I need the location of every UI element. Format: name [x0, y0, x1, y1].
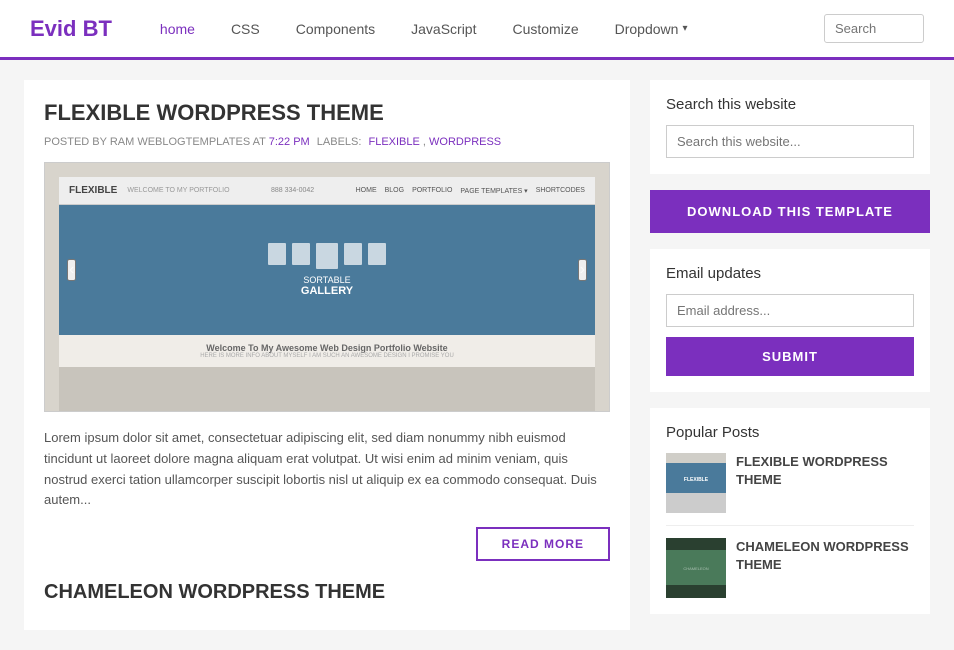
preview-next-arrow[interactable]: › — [578, 259, 587, 281]
read-more-container: READ MORE — [44, 527, 610, 561]
flexible-thumb: FLEXIBLE — [666, 453, 726, 513]
preview-prev-arrow[interactable]: ‹ — [67, 259, 76, 281]
sidebar-popular-posts: Popular Posts FLEXIBLE FLEXIBLE — [650, 408, 930, 614]
preview-doc-icon-3 — [316, 243, 338, 269]
sidebar-email-card: Email updates SUBMIT — [650, 249, 930, 392]
submit-button[interactable]: SUBMIT — [666, 337, 914, 376]
popular-post-item-2[interactable]: CHAMELEON CHAMELEON WORDPRESS THEME — [666, 538, 914, 598]
popular-post-thumb-2: CHAMELEON — [666, 538, 726, 598]
sidebar-email-heading: Email updates — [666, 265, 914, 282]
chevron-down-icon: ▾ — [682, 23, 687, 34]
read-more-button[interactable]: READ MORE — [476, 527, 610, 561]
sidebar-search-heading: Search this website — [666, 96, 914, 113]
preview-icons — [268, 243, 386, 269]
post-title: FLEXIBLE WORDPRESS THEME — [44, 100, 610, 126]
nav-item-home[interactable]: home — [142, 0, 213, 60]
nav-item-dropdown[interactable]: Dropdown ▾ — [597, 0, 706, 60]
preview-phone: 888 334-0042 — [271, 187, 314, 194]
preview-tagline: WELCOME TO MY PORTFOLIO — [127, 187, 229, 194]
template-preview: FLEXIBLE WELCOME TO MY PORTFOLIO 888 334… — [44, 162, 610, 412]
nav-item-customize[interactable]: Customize — [494, 0, 596, 60]
post-meta: POSTED BY RAM WEBLOGTEMPLATES AT 7:22 PM… — [44, 136, 610, 148]
post-label-flexible[interactable]: FLEXIBLE — [368, 136, 419, 148]
post-meta-time: 7:22 PM — [269, 136, 310, 148]
preview-nav-home: HOME — [356, 187, 377, 195]
main-content: FLEXIBLE WORDPRESS THEME POSTED BY RAM W… — [24, 80, 630, 630]
sidebar-search-card: Search this website — [650, 80, 930, 174]
svg-text:CHAMELEON: CHAMELEON — [683, 566, 708, 571]
preview-nav-pages: PAGE TEMPLATES ▾ — [460, 187, 527, 195]
preview-doc-icon-1 — [268, 243, 286, 265]
nav-item-css[interactable]: CSS — [213, 0, 278, 60]
preview-hero: ‹ SORTABLE GALLERY — [59, 205, 595, 335]
site-logo[interactable]: Evid BT — [30, 16, 112, 42]
popular-post-thumb-1: FLEXIBLE — [666, 453, 726, 513]
section2-title: CHAMELEON WORDPRESS THEME — [44, 581, 610, 604]
email-input[interactable] — [666, 294, 914, 327]
header-search-input[interactable] — [824, 14, 924, 43]
preview-nav-portfolio: PORTFOLIO — [412, 187, 452, 195]
preview-nav-blog: BLOG — [385, 187, 404, 195]
preview-footer-sub: HERE IS MORE INFO ABOUT MYSELF I AM SUCH… — [69, 353, 585, 359]
preview-gallery-label-bold: GALLERY — [268, 285, 386, 297]
preview-nav-shortcodes: SHORTCODES — [536, 187, 585, 195]
preview-header-bar: FLEXIBLE WELCOME TO MY PORTFOLIO 888 334… — [59, 177, 595, 205]
popular-post-item-1[interactable]: FLEXIBLE FLEXIBLE WORDPRESS THEME — [666, 453, 914, 526]
popular-posts-heading: Popular Posts — [666, 424, 914, 441]
main-nav: home CSS Components JavaScript Customize… — [142, 0, 824, 57]
svg-text:FLEXIBLE: FLEXIBLE — [684, 477, 709, 483]
nav-item-javascript[interactable]: JavaScript — [393, 0, 494, 60]
post-meta-prefix: POSTED BY RAM WEBLOGTEMPLATES AT — [44, 136, 266, 148]
dropdown-label: Dropdown — [615, 21, 679, 37]
preview-doc-icon-2 — [292, 243, 310, 265]
page-wrapper: FLEXIBLE WORDPRESS THEME POSTED BY RAM W… — [0, 60, 954, 650]
download-template-button[interactable]: DOWNLOAD THIS TEMPLATE — [650, 190, 930, 233]
sidebar-search-input[interactable] — [666, 125, 914, 158]
preview-gallery-label-text: SORTABLE — [303, 275, 350, 285]
sidebar: Search this website DOWNLOAD THIS TEMPLA… — [650, 80, 930, 630]
chameleon-thumb: CHAMELEON — [666, 538, 726, 598]
popular-post-title-1: FLEXIBLE WORDPRESS THEME — [736, 453, 914, 489]
preview-doc-icon-4 — [344, 243, 362, 265]
preview-inner: FLEXIBLE WELCOME TO MY PORTFOLIO 888 334… — [59, 177, 595, 411]
popular-post-title-2: CHAMELEON WORDPRESS THEME — [736, 538, 914, 574]
preview-gallery-content: SORTABLE GALLERY — [268, 243, 386, 297]
preview-brand: FLEXIBLE — [69, 185, 117, 196]
post-label-wordpress[interactable]: WORDPRESS — [429, 136, 501, 148]
preview-footer-title: Welcome To My Awesome Web Design Portfol… — [69, 343, 585, 353]
preview-doc-icon-5 — [368, 243, 386, 265]
preview-gallery-label: SORTABLE GALLERY — [268, 275, 386, 297]
post-labels-prefix: LABELS: — [317, 136, 362, 148]
site-header: Evid BT home CSS Components JavaScript C… — [0, 0, 954, 60]
post-body: Lorem ipsum dolor sit amet, consectetuar… — [44, 428, 610, 511]
nav-item-components[interactable]: Components — [278, 0, 393, 60]
preview-nav-items: HOME BLOG PORTFOLIO PAGE TEMPLATES ▾ SHO… — [356, 187, 585, 195]
preview-footer-bar: Welcome To My Awesome Web Design Portfol… — [59, 335, 595, 367]
